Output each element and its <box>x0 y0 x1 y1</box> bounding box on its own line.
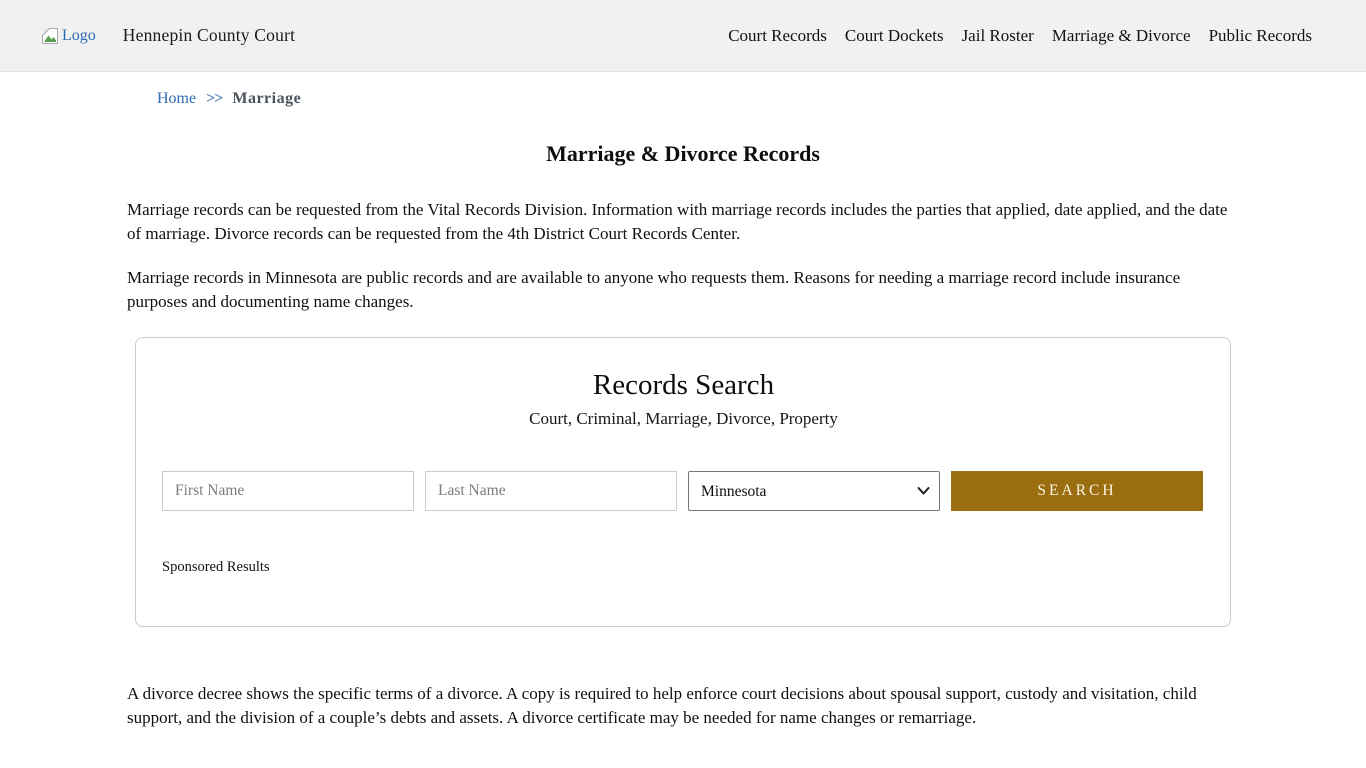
logo-alt-text: Logo <box>62 27 96 45</box>
breadcrumb-current: Marriage <box>232 90 301 108</box>
logo-link[interactable]: Logo <box>40 26 96 46</box>
first-name-input[interactable] <box>162 471 414 511</box>
site-title: Hennepin County Court <box>123 25 295 46</box>
main-nav: Court Records Court Dockets Jail Roster … <box>728 26 1312 46</box>
closing-paragraph: A divorce decree shows the specific term… <box>124 682 1242 730</box>
intro-paragraph-1: Marriage records can be requested from t… <box>124 198 1242 246</box>
site-header: Logo Hennepin County Court Court Records… <box>0 0 1366 72</box>
breadcrumb-separator: >> <box>206 90 222 108</box>
search-button[interactable]: SEARCH <box>951 471 1203 511</box>
nav-jail-roster[interactable]: Jail Roster <box>962 26 1034 46</box>
nav-public-records[interactable]: Public Records <box>1209 26 1312 46</box>
sponsored-results-label: Sponsored Results <box>162 559 1205 576</box>
broken-image-icon <box>40 26 60 46</box>
state-select[interactable]: Minnesota <box>688 471 940 511</box>
search-form-row: Minnesota SEARCH <box>162 471 1205 511</box>
records-search-card: Records Search Court, Criminal, Marriage… <box>135 337 1231 627</box>
nav-marriage-divorce[interactable]: Marriage & Divorce <box>1052 26 1191 46</box>
search-card-title: Records Search <box>162 369 1205 402</box>
nav-court-dockets[interactable]: Court Dockets <box>845 26 944 46</box>
page-title: Marriage & Divorce Records <box>124 141 1242 167</box>
state-select-wrap: Minnesota <box>688 471 940 511</box>
last-name-input[interactable] <box>425 471 677 511</box>
search-card-subtitle: Court, Criminal, Marriage, Divorce, Prop… <box>162 409 1205 429</box>
nav-court-records[interactable]: Court Records <box>728 26 827 46</box>
breadcrumb-home-link[interactable]: Home <box>157 90 196 108</box>
breadcrumb: Home >> Marriage <box>124 90 1242 108</box>
intro-paragraph-2: Marriage records in Minnesota are public… <box>124 266 1242 314</box>
content-container: Home >> Marriage Marriage & Divorce Reco… <box>124 90 1242 730</box>
